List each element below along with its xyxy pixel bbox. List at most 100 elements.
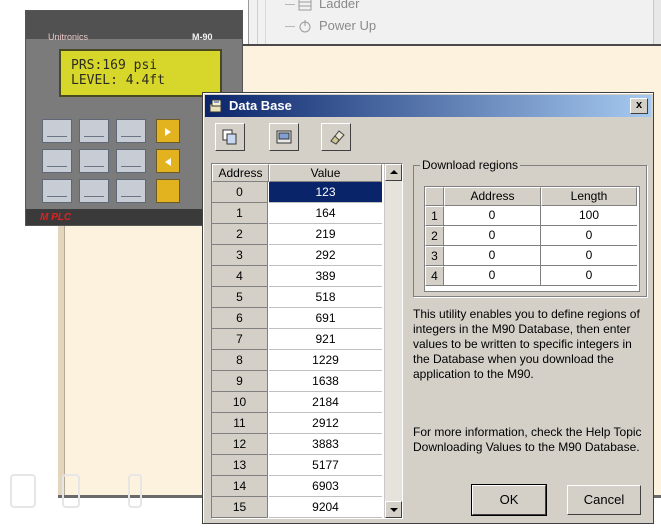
import-icon [276,130,292,144]
project-tree-window: Ladder Power Up [248,0,661,44]
address-cell: 5 [212,287,268,308]
tree-item-ladder[interactable]: Ladder [285,0,360,11]
address-cell: 11 [212,413,268,434]
download-regions-group: Download regions Address Length 1 0 100 2 0 0… [413,158,647,297]
copy-icon [222,129,237,145]
plc-key [116,179,146,203]
value-cell[interactable]: 389 [269,266,382,287]
region-row-number: 1 [425,206,444,226]
window-border [653,0,661,44]
value-cell[interactable]: 6903 [269,476,382,497]
lcd-line-2: LEVEL: 4.4ft [71,73,165,88]
plc-arrow-key [156,179,180,203]
plc-arrow-key [156,119,180,143]
address-cell: 8 [212,350,268,371]
cancel-button[interactable]: Cancel [567,485,641,515]
regions-header-length: Length [541,187,637,206]
column-header-address: Address [212,164,269,182]
value-cell[interactable]: 123 [269,182,382,203]
region-row: 300 [425,246,637,266]
tree-item-label: Power Up [319,18,377,33]
dialog-title: Data Base [229,98,292,113]
region-row-number: 3 [425,246,444,266]
address-cell: 4 [212,266,268,287]
watermark-mark [62,474,80,508]
address-cell: 15 [212,497,268,518]
value-cell[interactable]: 518 [269,287,382,308]
value-cell[interactable]: 2912 [269,413,382,434]
ladder-icon [298,0,312,10]
region-row-number: 2 [425,226,444,246]
dialog-titlebar[interactable]: Data Base x [205,95,651,117]
region-row-number: 4 [425,266,444,286]
plc-key [42,149,72,173]
tree-item-label: Ladder [319,0,360,11]
data-base-dialog: Data Base x Address Value 0 123 1 164 2 219 3 2… [202,92,654,524]
clear-button[interactable] [321,123,351,151]
power-up-icon [299,19,311,32]
info-description: This utility enables you to define regio… [413,307,640,381]
address-cell: 3 [212,245,268,266]
plc-model-label: M-90 [192,32,213,42]
address-cell: 10 [212,392,268,413]
regions-corner-header [425,187,444,206]
scroll-up-button[interactable] [385,164,402,181]
database-app-icon [209,99,222,113]
scroll-down-button[interactable] [385,501,402,518]
region-address-cell[interactable]: 0 [444,206,541,226]
value-cell[interactable]: 9204 [269,497,382,518]
region-address-cell[interactable]: 0 [444,246,541,266]
tree-guide-line [265,0,266,44]
plc-key [116,149,146,173]
address-cell: 14 [212,476,268,497]
regions-header-address: Address [444,187,541,206]
value-cell[interactable]: 164 [269,203,382,224]
plc-key [116,119,146,143]
address-cell: 7 [212,329,268,350]
download-regions-table: Address Length 1 0 100 2 0 0 3 0 0 4 0 0 [424,186,640,292]
plc-lcd-display: PRS:169 psi LEVEL: 4.4ft [59,49,222,97]
close-icon: x [635,99,643,111]
value-cell[interactable]: 2184 [269,392,382,413]
help-note: For more information, check the Help Top… [413,425,642,454]
table-scrollbar[interactable] [384,164,402,518]
plc-arrow-key [156,149,180,173]
region-length-cell[interactable]: 0 [541,226,637,246]
region-length-cell[interactable]: 0 [541,246,637,266]
value-cell[interactable]: 292 [269,245,382,266]
value-cell[interactable]: 3883 [269,434,382,455]
region-length-cell[interactable]: 100 [541,206,637,226]
value-cell[interactable]: 219 [269,224,382,245]
address-cell: 6 [212,308,268,329]
value-cell[interactable]: 1229 [269,350,382,371]
import-button[interactable] [269,123,299,151]
region-row: 200 [425,226,637,246]
region-length-cell[interactable]: 0 [541,266,637,286]
arrow-up-icon [390,170,398,174]
plc-key [42,119,72,143]
eraser-icon [330,130,345,145]
value-cell[interactable]: 921 [269,329,382,350]
address-cell: 12 [212,434,268,455]
region-row: 1 0 100 [425,206,637,226]
watermark-mark [10,474,36,508]
address-cell: 13 [212,455,268,476]
value-cell[interactable]: 5177 [269,455,382,476]
region-address-cell[interactable]: 0 [444,226,541,246]
column-header-value: Value [269,164,382,182]
address-cell: 9 [212,371,268,392]
download-regions-title: Download regions [420,158,521,172]
plc-footer-logo: M PLC [40,212,72,223]
value-cell[interactable]: 691 [269,308,382,329]
close-button[interactable]: x [630,98,648,114]
database-table: Address Value 0 123 1 164 2 219 3 292 4 389 5 518 6 6… [211,163,403,519]
tree-item-power-up[interactable]: Power Up [285,18,377,33]
plc-brand-logo: Unitronics [48,32,89,42]
region-address-cell[interactable]: 0 [444,266,541,286]
plc-key [42,179,72,203]
copy-button[interactable] [215,123,245,151]
watermark-mark [128,474,142,508]
ok-button[interactable]: OK [471,484,547,516]
value-cell[interactable]: 1638 [269,371,382,392]
tree-guide-line [257,0,258,44]
